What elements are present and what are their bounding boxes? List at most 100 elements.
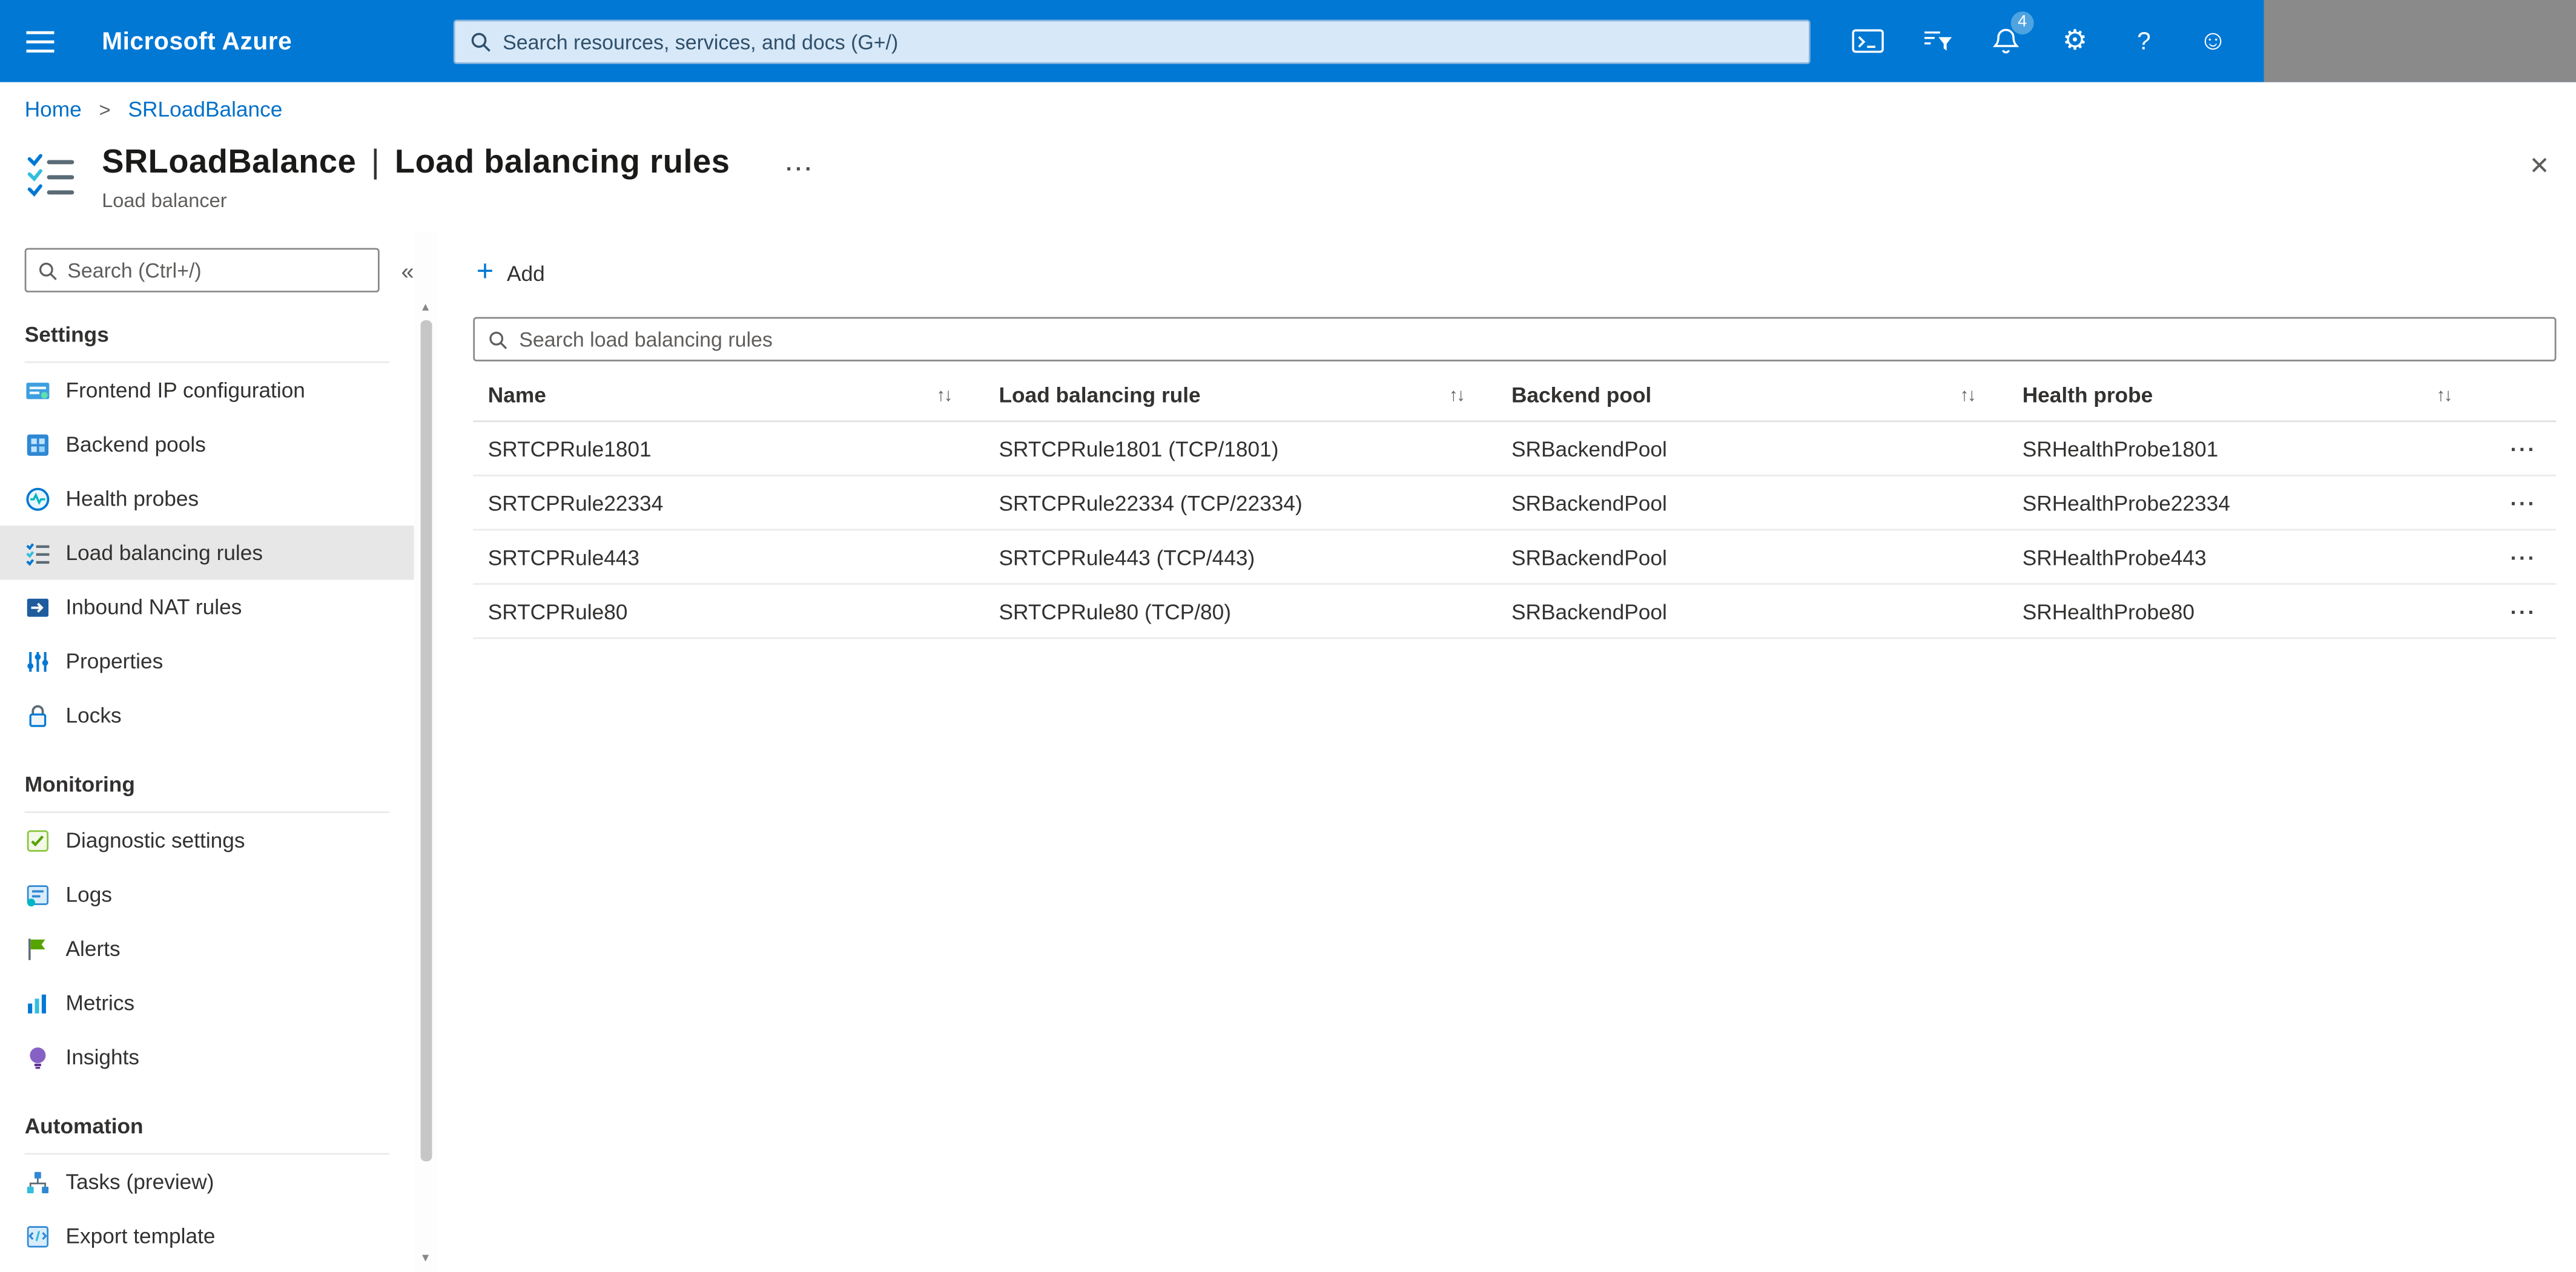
insights-icon — [25, 1044, 51, 1070]
sidebar-item-label: Frontend IP configuration — [65, 377, 305, 403]
global-search-input[interactable] — [503, 30, 1794, 54]
global-search-box — [453, 19, 1811, 64]
cell-backend-pool: SRBackendPool — [1511, 436, 1667, 461]
sidebar-item-tasks-preview[interactable]: Tasks (preview) — [0, 1155, 414, 1209]
table-row[interactable]: SRTCPRule1801 SRTCPRule1801 (TCP/1801) S… — [473, 422, 2557, 476]
cell-backend-pool: SRBackendPool — [1511, 544, 1667, 570]
sidebar-item-label: Alerts — [65, 936, 121, 961]
sidebar-item-properties[interactable]: Properties — [0, 634, 414, 688]
scrollbar-thumb[interactable] — [420, 320, 432, 1162]
cell-health-probe: SRHealthProbe22334 — [2022, 490, 2230, 515]
notification-badge: 4 — [2010, 11, 2034, 35]
inbound-nat-rules-icon — [25, 594, 51, 620]
backend-pools-icon — [25, 431, 51, 457]
sidebar-section-settings: Settings — [24, 322, 389, 363]
search-icon — [39, 262, 57, 280]
table-row[interactable]: SRTCPRule22334 SRTCPRule22334 (TCP/22334… — [473, 476, 2557, 531]
table-row[interactable]: SRTCPRule443 SRTCPRule443 (TCP/443) SRBa… — [473, 530, 2557, 585]
cell-rule: SRTCPRule443 (TCP/443) — [999, 544, 1255, 570]
sidebar-item-label: Diagnostic settings — [65, 828, 245, 853]
sidebar-section-monitoring: Monitoring — [24, 772, 389, 813]
logs-icon — [25, 882, 51, 908]
sidebar-item-label: Locks — [65, 703, 122, 728]
sidebar-item-locks[interactable]: Locks — [0, 688, 414, 743]
menu-icon[interactable] — [0, 0, 79, 82]
sidebar-item-metrics[interactable]: Metrics — [0, 976, 414, 1030]
sidebar-item-label: Logs — [65, 882, 113, 907]
frontend-ip-icon — [25, 377, 51, 403]
sidebar-item-diagnostic-settings[interactable]: Diagnostic settings — [0, 813, 414, 868]
more-options-icon[interactable]: ··· — [786, 157, 814, 178]
sidebar-item-insights[interactable]: Insights — [0, 1030, 414, 1084]
sidebar-item-backend-pools[interactable]: Backend pools — [0, 417, 414, 472]
breadcrumb-current-link[interactable]: SRLoadBalance — [128, 97, 282, 122]
rules-search-input[interactable] — [519, 328, 2542, 351]
sidebar-item-load-balancing-rules[interactable]: Load balancing rules — [0, 526, 414, 580]
column-header-name[interactable]: Name ↑↓ — [473, 369, 984, 420]
close-icon[interactable]: ✕ — [2529, 151, 2549, 180]
sidebar-item-label: Metrics — [65, 990, 135, 1015]
gear-glyph: ⚙ — [2062, 24, 2088, 56]
command-bar: + Add — [473, 248, 2556, 297]
breadcrumb-home-link[interactable]: Home — [25, 97, 82, 122]
sort-icon: ↑↓ — [936, 385, 953, 405]
row-actions-icon[interactable]: ··· — [2484, 599, 2556, 624]
table-row[interactable]: SRTCPRule80 SRTCPRule80 (TCP/80) SRBacke… — [473, 585, 2557, 639]
sidebar-search-input[interactable] — [67, 259, 367, 282]
export-template-icon — [25, 1223, 51, 1249]
sidebar-item-health-probes[interactable]: Health probes — [0, 472, 414, 526]
row-actions-icon[interactable]: ··· — [2484, 436, 2556, 461]
scroll-down-icon[interactable]: ▼ — [414, 1249, 437, 1269]
column-header-health-probe[interactable]: Health probe ↑↓ — [2007, 369, 2484, 420]
cell-backend-pool: SRBackendPool — [1511, 598, 1667, 624]
sidebar-item-frontend-ip-configuration[interactable]: Frontend IP configuration — [0, 363, 414, 418]
sidebar-scrollbar[interactable]: ▲ ▼ — [414, 231, 437, 1272]
sidebar-item-logs[interactable]: Logs — [0, 867, 414, 921]
bell-icon[interactable]: 4 — [1972, 0, 2041, 82]
table-header: Name ↑↓ Load balancing rule ↑↓ Backend p… — [473, 369, 2557, 423]
cell-name: SRTCPRule22334 — [487, 490, 664, 515]
cloud-shell-icon[interactable] — [1834, 0, 1903, 82]
tasks-icon — [25, 1168, 51, 1195]
metrics-icon — [25, 990, 51, 1016]
plus-icon: + — [476, 254, 494, 288]
scroll-up-icon[interactable]: ▲ — [414, 297, 437, 317]
sidebar-item-export-template[interactable]: Export template — [0, 1209, 414, 1264]
gear-icon[interactable]: ⚙ — [2041, 0, 2110, 82]
cell-health-probe: SRHealthProbe443 — [2022, 544, 2207, 570]
cell-rule: SRTCPRule22334 (TCP/22334) — [999, 490, 1303, 515]
cell-rule: SRTCPRule1801 (TCP/1801) — [999, 436, 1279, 461]
resource-type-label: Load balancer — [102, 188, 227, 212]
sort-icon: ↑↓ — [1448, 385, 1465, 405]
sidebar-item-label: Backend pools — [65, 432, 206, 457]
load-balancing-rules-icon — [25, 539, 51, 565]
azure-portal: Microsoft Azure 4 ⚙ ? ☺ Home > SRLoadBal… — [0, 0, 2576, 1272]
column-header-load-balancing-rule[interactable]: Load balancing rule ↑↓ — [984, 369, 1496, 420]
directory-filter-icon[interactable] — [1903, 0, 1972, 82]
sidebar-item-inbound-nat-rules[interactable]: Inbound NAT rules — [0, 580, 414, 634]
feedback-smiley-icon[interactable]: ☺ — [2178, 0, 2247, 82]
resource-name: SRLoadBalance — [102, 144, 357, 181]
column-label: Name — [487, 383, 546, 407]
add-button[interactable]: + Add — [473, 256, 558, 289]
page-title: SRLoadBalance | Load balancing rules — [102, 145, 730, 182]
load-balancing-rules-panel: + Add Name ↑↓ Load balancing rule ↑↓ B — [437, 232, 2576, 1272]
cell-name: SRTCPRule443 — [487, 544, 640, 570]
diagnostic-settings-icon — [25, 827, 51, 853]
azure-brand[interactable]: Microsoft Azure — [102, 0, 292, 82]
smiley-glyph: ☺ — [2198, 24, 2227, 56]
breadcrumb: Home > SRLoadBalance — [0, 82, 2576, 128]
sidebar-collapse-button[interactable]: « — [401, 259, 414, 282]
column-header-backend-pool[interactable]: Backend pool ↑↓ — [1497, 369, 2008, 420]
column-header-actions — [2484, 369, 2556, 420]
sidebar-item-alerts[interactable]: Alerts — [0, 921, 414, 976]
load-balancer-icon — [25, 150, 79, 199]
row-actions-icon[interactable]: ··· — [2484, 490, 2556, 515]
help-icon[interactable]: ? — [2109, 0, 2178, 82]
sidebar-item-label: Load balancing rules — [65, 540, 263, 565]
rules-search-box — [473, 317, 2557, 361]
sidebar-item-label: Export template — [65, 1224, 216, 1248]
cell-name: SRTCPRule80 — [487, 598, 628, 624]
column-label: Backend pool — [1511, 383, 1652, 407]
row-actions-icon[interactable]: ··· — [2484, 544, 2556, 569]
